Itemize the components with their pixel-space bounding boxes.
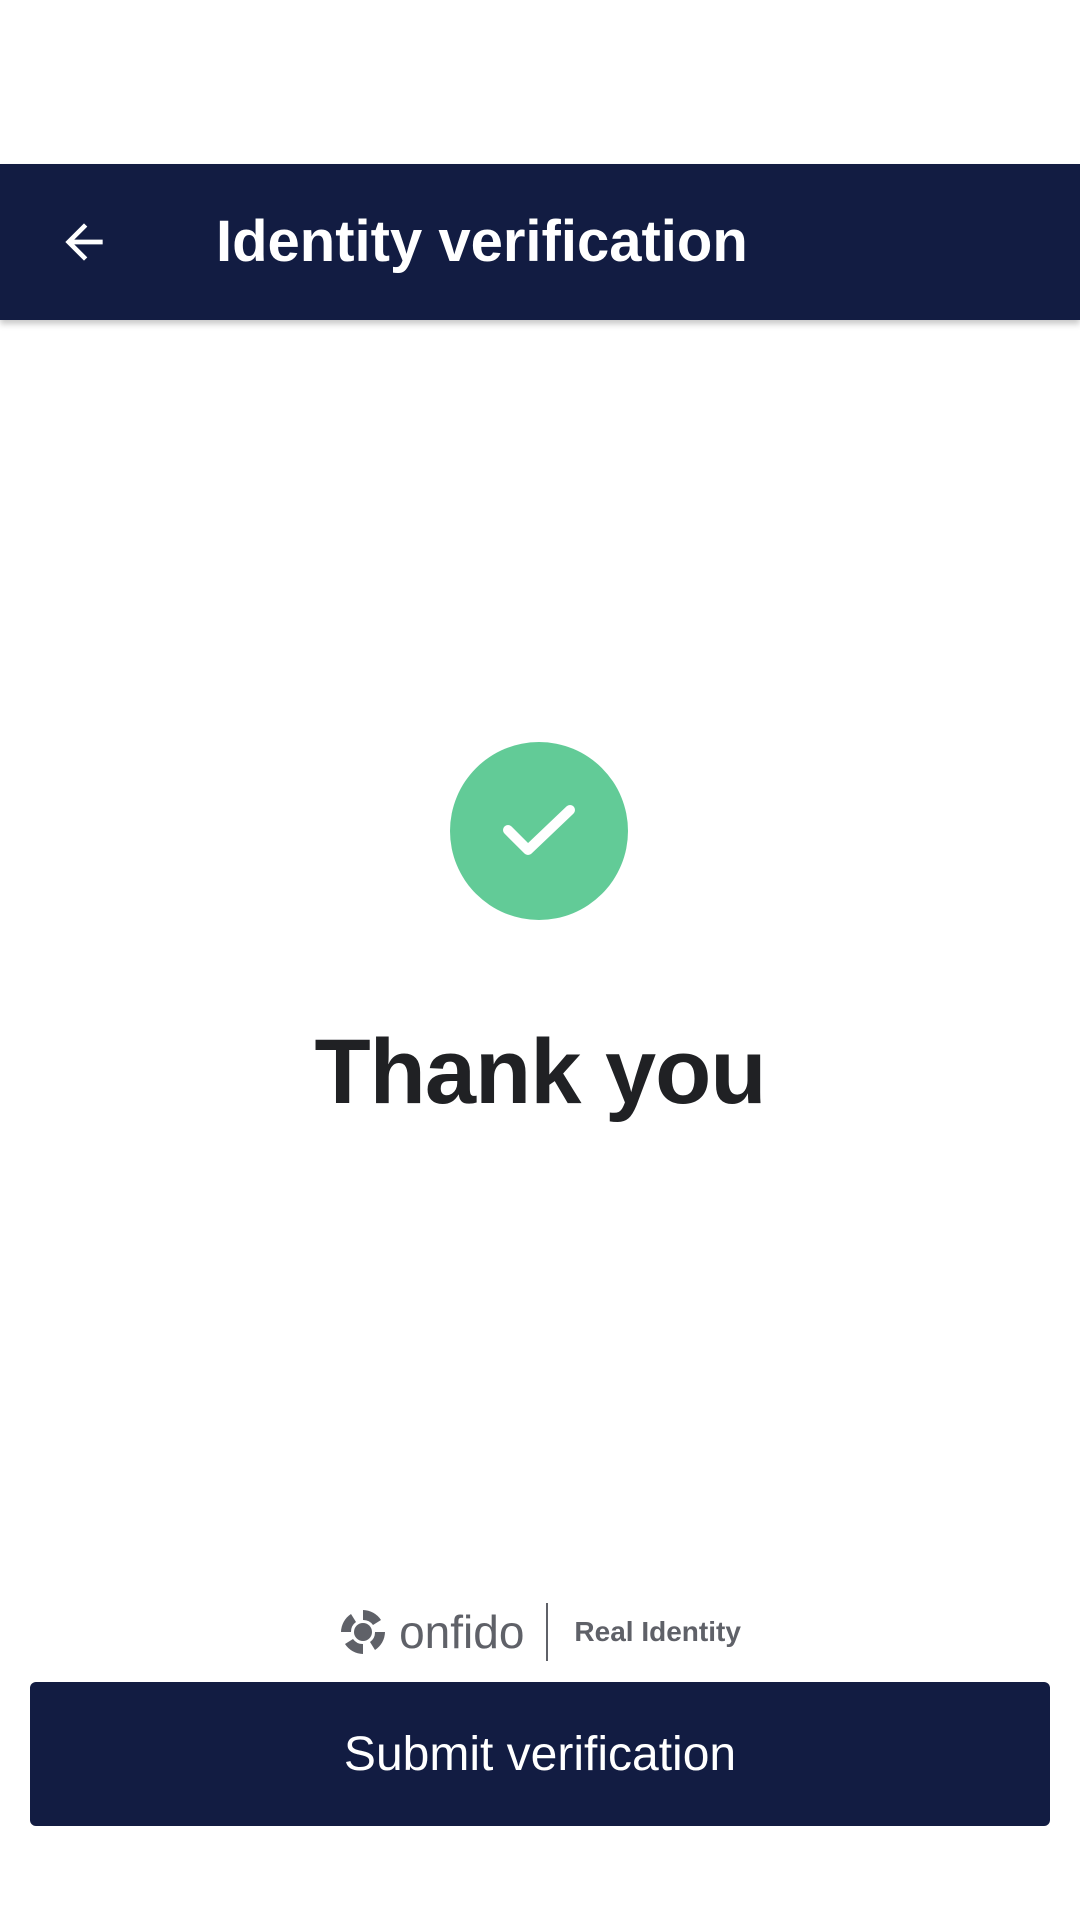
page-title: Identity verification: [216, 209, 748, 274]
brand-tagline: Real Identity: [574, 1616, 741, 1647]
success-badge: [450, 742, 628, 920]
onfido-wordmark: onfido: [399, 1606, 525, 1658]
onfido-branding: onfido Real Identity: [0, 1600, 1080, 1664]
onfido-logo: onfido: [339, 1605, 524, 1659]
thank-you-heading: Thank you: [314, 1021, 766, 1123]
checkmark-icon: [503, 805, 575, 855]
brand-divider: [546, 1603, 549, 1661]
submit-verification-button[interactable]: Submit verification: [30, 1682, 1050, 1826]
app-bar: Identity verification: [0, 164, 1080, 320]
back-button[interactable]: [40, 202, 128, 282]
onfido-mark-icon: [341, 1610, 386, 1654]
status-bar-area: [0, 0, 1080, 164]
arrow-left-icon: [65, 223, 103, 261]
